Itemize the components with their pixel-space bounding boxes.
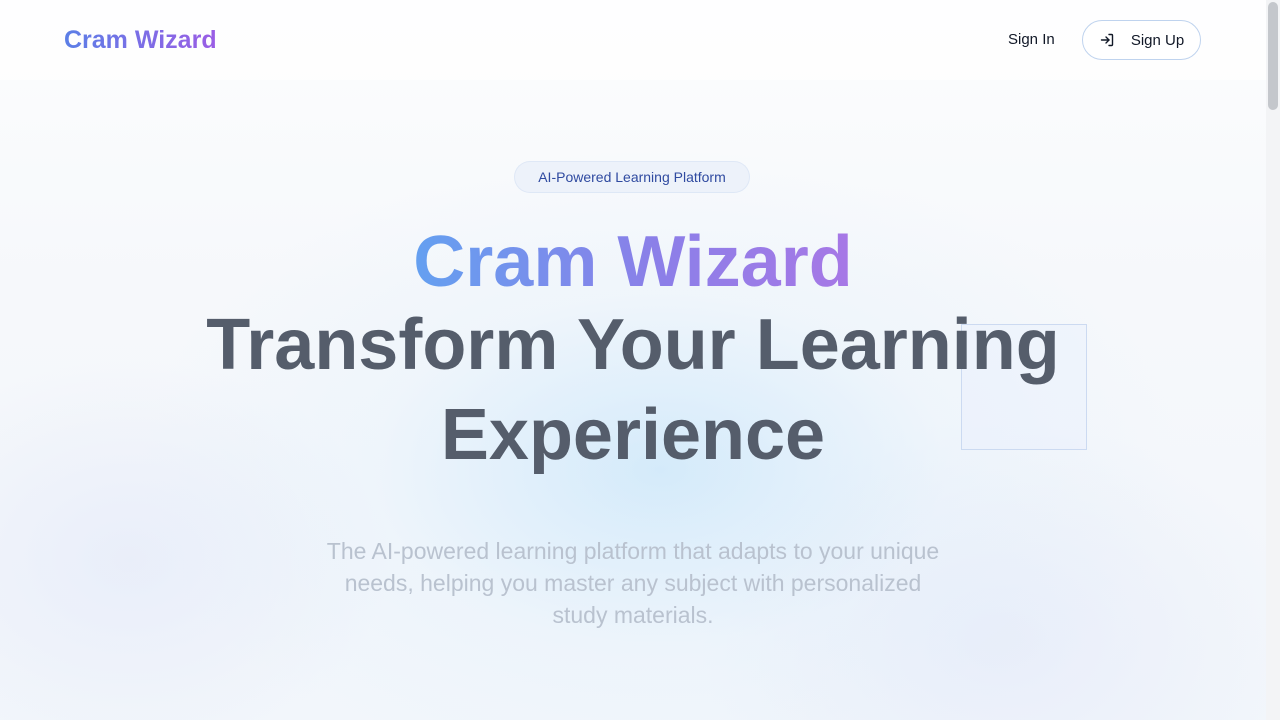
hero-headline: Transform Your Learning Experience [0,300,1266,480]
login-icon [1099,32,1115,48]
sign-in-button[interactable]: Sign In [994,24,1069,56]
top-nav: Cram Wizard Sign In Sign Up [0,0,1266,80]
hero-brand-text: Cram Wizard [413,222,853,302]
hero-subtitle: The AI-powered learning platform that ad… [326,538,940,628]
hero-headline-line-1: Transform Your Learning [206,305,1060,385]
hero-brand-title: Cram Wizard [0,222,1266,302]
platform-badge: AI-Powered Learning Platform [515,162,749,192]
hero-headline-line-2: Experience [440,395,826,475]
scrollbar-thumb[interactable] [1268,2,1278,110]
logo[interactable]: Cram Wizard [64,24,217,56]
sign-up-button[interactable]: Sign Up [1082,20,1201,60]
sign-up-label: Sign Up [1130,31,1185,49]
